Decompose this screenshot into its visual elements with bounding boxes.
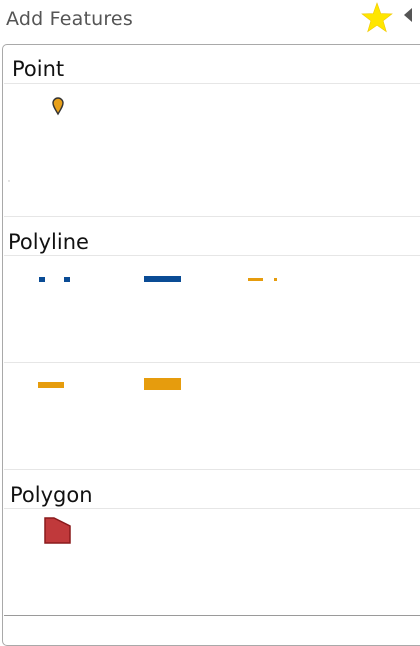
red-polygon-symbol	[44, 517, 71, 544]
star-icon	[361, 2, 393, 33]
favorite-star-button[interactable]	[361, 2, 393, 34]
templates-panel	[2, 44, 420, 646]
template-polygon-red[interactable]	[42, 515, 74, 547]
section-title-polyline: Polyline	[8, 230, 89, 254]
template-polyline-blue-dashed[interactable]	[37, 271, 73, 282]
template-polyline-orange-thin[interactable]	[36, 378, 66, 390]
section-divider	[4, 469, 420, 470]
blue-solid-line-symbol	[144, 276, 181, 282]
section-divider	[4, 508, 420, 509]
template-polyline-blue-solid[interactable]	[142, 271, 184, 282]
panel-header: Add Features	[0, 0, 420, 42]
map-pin-symbol	[52, 97, 64, 116]
small-dot-symbol	[8, 180, 10, 182]
blue-dashed-line-symbol	[39, 277, 70, 282]
panel-bottom-border	[4, 615, 420, 616]
template-polyline-orange-dash-dot[interactable]	[246, 271, 282, 281]
template-polyline-orange-thick[interactable]	[142, 376, 184, 392]
template-point-dot[interactable]	[7, 170, 11, 182]
orange-dash-dot-line-symbol	[248, 278, 277, 281]
caret-left-icon	[404, 8, 412, 22]
section-divider	[4, 216, 420, 217]
section-divider	[4, 83, 420, 84]
section-divider	[4, 255, 420, 256]
section-divider	[4, 362, 420, 363]
template-point-pin[interactable]	[49, 94, 67, 116]
collapse-button[interactable]	[402, 7, 414, 23]
section-title-point: Point	[12, 57, 65, 81]
section-title-polygon: Polygon	[10, 483, 93, 507]
orange-thick-line-symbol	[144, 378, 181, 390]
panel-title: Add Features	[6, 8, 133, 30]
orange-thin-line-symbol	[38, 382, 64, 388]
